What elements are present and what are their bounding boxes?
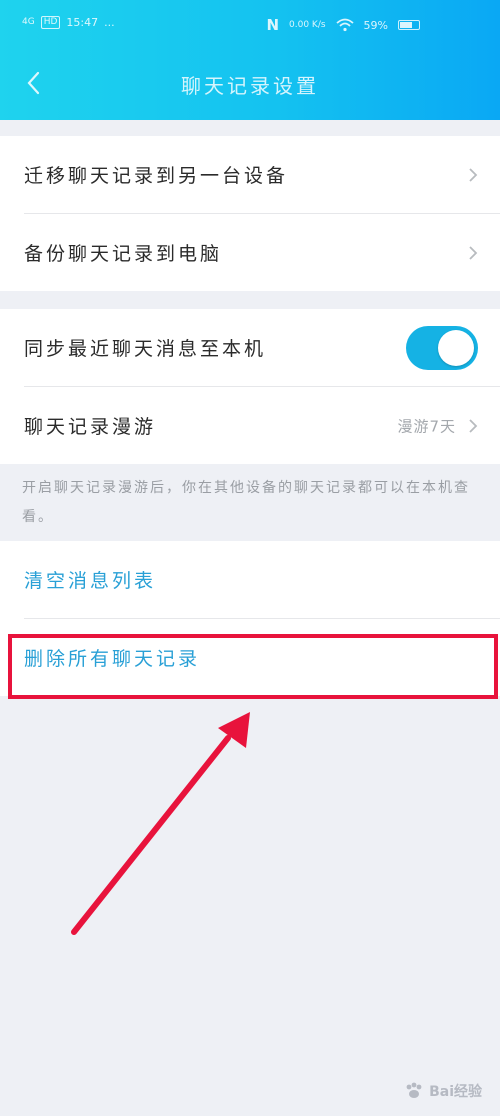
sync-recent-label: 同步最近聊天消息至本机 <box>24 338 267 360</box>
clear-message-list-row[interactable]: 清空消息列表 <box>0 541 500 618</box>
toggle-knob <box>438 329 474 366</box>
chevron-right-icon <box>469 418 478 433</box>
migrate-history-row[interactable]: 迁移聊天记录到另一台设备 <box>0 136 500 213</box>
roaming-value: 漫游7天 <box>397 417 456 435</box>
chevron-right-icon <box>469 245 478 260</box>
roaming-hint-text: 开启聊天记录漫游后，你在其他设备的聊天记录都可以在本机查看。 <box>22 480 470 525</box>
migrate-history-label: 迁移聊天记录到另一台设备 <box>24 165 289 187</box>
status-dots: ... <box>104 16 115 29</box>
nfc-icon: N <box>266 16 280 34</box>
transfer-group: 迁移聊天记录到另一台设备 备份聊天记录到电脑 <box>0 136 500 291</box>
baidu-watermark: Bai经验 <box>403 1080 482 1102</box>
battery-percent: 59% <box>363 18 388 32</box>
highlight-box <box>8 634 498 699</box>
page-title: 聊天记录设置 <box>181 74 319 98</box>
network-speed: 0.00 K/s <box>289 19 326 30</box>
sync-group: 同步最近聊天消息至本机 聊天记录漫游 漫游7天 <box>0 309 500 464</box>
signal-indicator: 4G <box>22 17 35 27</box>
roaming-label: 聊天记录漫游 <box>24 416 157 438</box>
battery-icon <box>398 20 420 30</box>
hd-badge: HD <box>40 16 61 29</box>
status-bar: 4G HD 15:47 ... N 0.00 K/s 59% <box>0 0 500 50</box>
sync-recent-toggle[interactable] <box>406 325 478 370</box>
clear-message-list-label: 清空消息列表 <box>24 570 157 592</box>
watermark-text: Bai经验 <box>429 1084 482 1100</box>
roaming-row[interactable]: 聊天记录漫游 漫游7天 <box>0 387 500 464</box>
paw-icon <box>406 1082 422 1098</box>
chevron-right-icon <box>469 167 478 182</box>
status-time: 15:47 <box>66 16 99 29</box>
backup-history-row[interactable]: 备份聊天记录到电脑 <box>0 214 500 291</box>
backup-history-label: 备份聊天记录到电脑 <box>24 243 223 265</box>
sync-recent-row: 同步最近聊天消息至本机 <box>0 309 500 386</box>
header-bar: 4G HD 15:47 ... N 0.00 K/s 59% 聊天记录设置 <box>0 0 500 120</box>
wifi-icon <box>335 18 354 32</box>
